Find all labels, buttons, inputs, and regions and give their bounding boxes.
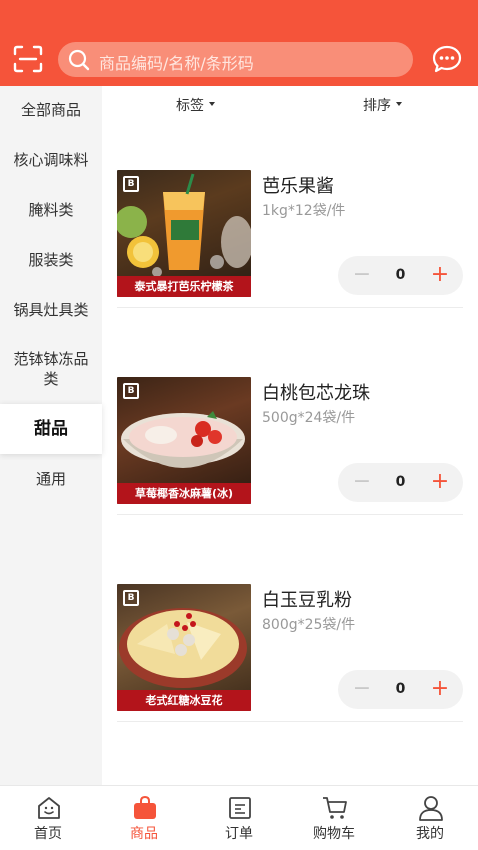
order-list-icon [229,797,251,819]
bottom-tab-bar: 首页 商品 订单 购物车 我的 [0,785,478,850]
product-name: 芭乐果酱 [262,176,334,197]
increase-button[interactable]: + [429,256,451,295]
scan-icon[interactable] [12,44,44,74]
search-placeholder: 商品编码/名称/条形码 [99,54,254,73]
cart-icon [323,797,347,819]
sidebar-item-clothing[interactable]: 服装类 [0,250,102,270]
product-name: 白玉豆乳粉 [262,590,352,611]
increase-button[interactable]: + [429,670,451,709]
sidebar-item-marinade[interactable]: 腌料类 [0,200,102,220]
sidebar-item-core-seasoning[interactable]: 核心调味料 [0,150,102,170]
product-image: B 老式红糖冰豆花 [117,584,251,711]
increase-button[interactable]: + [429,463,451,502]
brand-logo: B [123,590,139,606]
brand-logo: B [123,176,139,192]
sidebar-item-cookware[interactable]: 锅具灶具类 [0,300,102,320]
product-name: 白桃包芯龙珠 [262,383,370,404]
message-icon[interactable] [432,45,462,73]
tab-profile[interactable]: 我的 [382,786,478,850]
tab-label: 商品 [130,826,158,842]
sidebar-item-all[interactable]: 全部商品 [0,100,102,120]
product-card[interactable]: B 草莓椰香冰麻薯(冰) 白桃包芯龙珠 500g*24袋/件 − 0 + [102,309,478,516]
search-input[interactable]: 商品编码/名称/条形码 [58,42,413,77]
quantity-stepper: − 0 + [338,256,463,295]
tab-products[interactable]: 商品 [96,786,192,850]
tab-orders[interactable]: 订单 [191,786,287,850]
sidebar-item-general[interactable]: 通用 [0,469,102,489]
sidebar-item-dessert[interactable]: 甜品 [0,404,102,454]
user-icon [419,796,443,821]
divider [117,721,463,722]
image-caption: 草莓椰香冰麻薯(冰) [117,483,251,504]
image-caption: 老式红糖冰豆花 [117,690,251,711]
shopping-bag-icon [134,795,156,819]
brand-logo: B [123,383,139,399]
top-header: 商品编码/名称/条形码 [0,0,478,86]
product-card[interactable]: B 泰式暴打芭乐柠檬茶 芭乐果酱 1kg*12袋/件 − 0 + [102,102,478,309]
tab-label: 订单 [225,826,253,842]
search-icon [68,49,90,71]
decrease-button[interactable]: − [352,463,372,502]
tab-home[interactable]: 首页 [0,786,96,850]
quantity-value[interactable]: 0 [388,256,413,295]
tab-label: 购物车 [313,826,355,842]
decrease-button[interactable]: − [352,670,372,709]
product-spec: 500g*24袋/件 [262,410,356,426]
product-spec: 800g*25袋/件 [262,617,356,633]
quantity-stepper: − 0 + [338,670,463,709]
tab-label: 首页 [34,826,62,842]
product-image: B 草莓椰香冰麻薯(冰) [117,377,251,504]
category-sidebar: 全部商品 核心调味料 腌料类 服装类 锅具灶具类 范钵钵冻品类 甜品 通用 [0,86,102,785]
quantity-stepper: − 0 + [338,463,463,502]
product-card[interactable]: B 老式红糖冰豆花 白玉豆乳粉 800g*25袋/件 − 0 + [102,516,478,723]
quantity-value[interactable]: 0 [388,670,413,709]
product-image: B 泰式暴打芭乐柠檬茶 [117,170,251,297]
sidebar-item-frozen[interactable]: 范钵钵冻品类 [0,349,102,389]
decrease-button[interactable]: − [352,256,372,295]
tab-cart[interactable]: 购物车 [286,786,382,850]
tab-label: 我的 [416,826,444,842]
home-icon [38,797,60,819]
divider [117,514,463,515]
divider [117,307,463,308]
product-spec: 1kg*12袋/件 [262,203,346,219]
image-caption: 泰式暴打芭乐柠檬茶 [117,276,251,297]
quantity-value[interactable]: 0 [388,463,413,502]
